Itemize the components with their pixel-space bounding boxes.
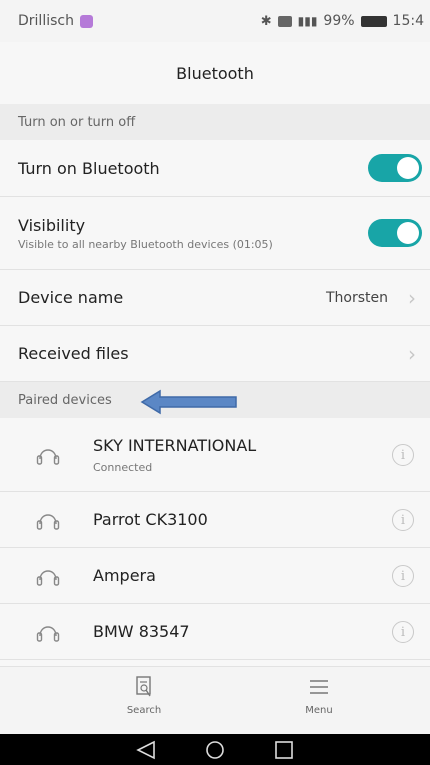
battery-icon	[360, 15, 387, 27]
hd-icon	[277, 15, 292, 27]
battery-percent: 99%	[323, 13, 355, 29]
section-header-label: Turn on or turn off	[18, 114, 136, 130]
notification-icon	[79, 14, 93, 28]
info-icon[interactable]: i	[392, 565, 414, 587]
bottom-action-bar: Search Menu	[0, 666, 430, 735]
bluetooth-switch[interactable]	[368, 154, 422, 182]
chevron-right-icon: ›	[408, 341, 416, 366]
bluetooth-toggle-row[interactable]: Turn on Bluetooth	[0, 140, 430, 197]
device-name-label: Device name	[18, 288, 124, 307]
search-icon	[136, 676, 151, 697]
device-name: SKY INTERNATIONAL	[93, 436, 257, 455]
device-name-value: Thorsten	[325, 289, 388, 306]
section-header-label: Paired devices	[18, 392, 112, 408]
visibility-sub: Visible to all nearby Bluetooth devices …	[18, 237, 273, 251]
headset-icon	[36, 626, 60, 642]
search-label: Search	[126, 705, 162, 716]
back-icon[interactable]	[134, 740, 158, 760]
visibility-switch[interactable]	[368, 219, 422, 247]
paired-device-row[interactable]: Parrot CK3100 i	[0, 492, 430, 548]
info-icon[interactable]: i	[392, 444, 414, 466]
page-title: Bluetooth	[176, 63, 254, 83]
headset-icon	[36, 514, 60, 530]
device-name: Ampera	[93, 566, 156, 585]
device-name: Parrot CK3100	[93, 510, 208, 529]
search-button[interactable]: Search	[104, 675, 184, 729]
recents-icon[interactable]	[272, 740, 296, 760]
bluetooth-toggle-label: Turn on Bluetooth	[18, 158, 160, 178]
home-icon[interactable]	[203, 740, 227, 760]
menu-button[interactable]: Menu	[279, 675, 359, 729]
paired-device-row[interactable]: BMW 83547 i	[0, 604, 430, 660]
visibility-row[interactable]: Visibility Visible to all nearby Bluetoo…	[0, 197, 430, 270]
menu-icon	[310, 680, 328, 694]
bluetooth-status-icon: ✱	[260, 13, 272, 29]
visibility-label: Visibility	[18, 215, 86, 235]
device-name: BMW 83547	[93, 622, 190, 641]
headset-icon	[36, 570, 60, 586]
title-bar: Bluetooth	[0, 42, 430, 104]
headset-icon	[36, 449, 60, 465]
carrier-label: Drillisch	[18, 13, 74, 29]
signal-icon: ▮▮▮	[297, 14, 318, 28]
info-icon[interactable]: i	[392, 621, 414, 643]
paired-device-row[interactable]: Ampera i	[0, 548, 430, 604]
received-files-label: Received files	[18, 344, 129, 363]
section-header-toggle: Turn on or turn off	[0, 104, 430, 140]
info-icon[interactable]: i	[392, 509, 414, 531]
received-files-row[interactable]: Received files ›	[0, 326, 430, 382]
device-status: Connected	[93, 461, 153, 474]
annotation-arrow-icon	[140, 389, 237, 415]
device-name-row[interactable]: Device name Thorsten ›	[0, 270, 430, 326]
switch-knob	[397, 222, 419, 244]
chevron-right-icon: ›	[408, 285, 416, 310]
status-bar: Drillisch ✱ ▮▮▮ 99% 15:4	[0, 0, 430, 42]
paired-device-row[interactable]: SKY INTERNATIONAL Connected i	[0, 418, 430, 492]
menu-label: Menu	[305, 705, 333, 716]
clock: 15:4	[392, 13, 424, 29]
system-nav-bar	[0, 734, 430, 765]
switch-knob	[397, 157, 419, 179]
